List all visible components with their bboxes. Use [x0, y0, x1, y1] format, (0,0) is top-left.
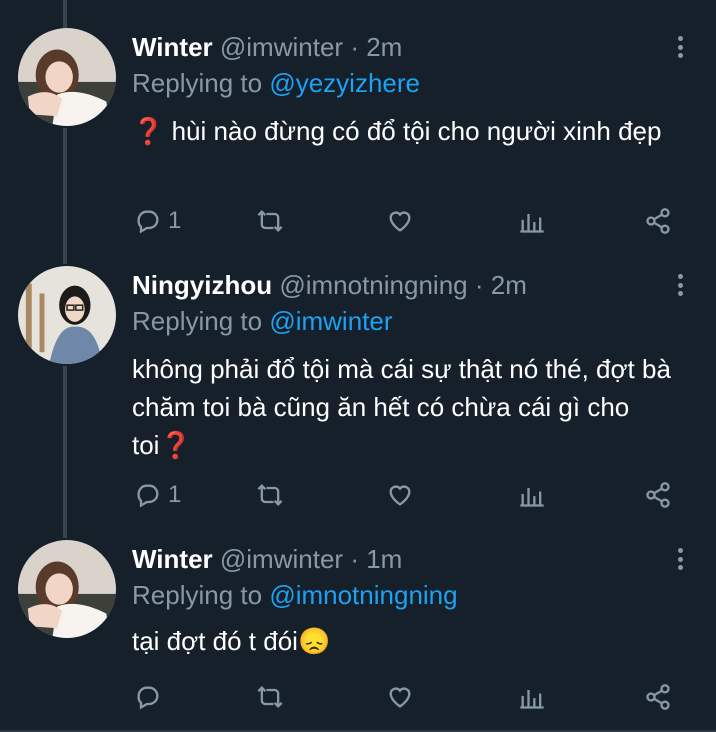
mention-link[interactable]: @yezyizhere: [269, 68, 420, 98]
tweet-actions: [132, 682, 692, 712]
more-icon[interactable]: [668, 32, 692, 62]
retweet-button[interactable]: [256, 682, 284, 712]
user-handle[interactable]: @imwinter: [220, 32, 343, 62]
tweet-text-content: hùi nào đừng có đổ tội cho người xinh đẹ…: [164, 116, 662, 146]
question-emoji: ❓: [159, 430, 192, 460]
share-icon: [646, 684, 670, 710]
separator: ·: [350, 544, 359, 574]
question-emoji: ❓: [132, 116, 165, 146]
more-icon[interactable]: [668, 544, 692, 574]
display-name[interactable]: Winter: [132, 32, 213, 62]
tweet-actions: 1: [132, 480, 692, 510]
tweet-text: không phải đổ tội mà cái sự thật nó thé,…: [132, 350, 692, 464]
tweet[interactable]: Winter @imwinter · 1m Replying to @imnot…: [0, 530, 716, 732]
replying-to-label: Replying to: [132, 306, 263, 336]
reply-icon: [137, 210, 159, 234]
like-button[interactable]: [386, 480, 414, 510]
reply-count: 1: [168, 207, 182, 234]
tweet[interactable]: Winter @imwinter · 2m Replying to @yezyi…: [0, 0, 716, 250]
avatar[interactable]: [18, 266, 116, 364]
like-button[interactable]: [386, 682, 414, 712]
analytics-button[interactable]: [518, 206, 546, 236]
timestamp[interactable]: 1m: [366, 544, 402, 574]
tweet-header: Winter @imwinter · 2m: [132, 32, 402, 62]
replying-to: Replying to @imnotningning: [132, 580, 458, 610]
display-name[interactable]: Ningyizhou: [132, 270, 272, 300]
tweet-actions: 1: [132, 206, 692, 236]
reply-button[interactable]: 1: [134, 206, 181, 236]
analytics-icon: [520, 214, 544, 233]
tweet-header: Ningyizhou @imnotningning · 2m: [132, 270, 527, 300]
retweet-icon: [257, 484, 283, 506]
separator: ·: [474, 270, 484, 300]
winter-avatar-image: [18, 28, 116, 126]
replying-to: Replying to @yezyizhere: [132, 68, 420, 98]
share-icon: [646, 208, 670, 234]
display-name[interactable]: Winter: [132, 544, 213, 574]
tweet-text: ❓ hùi nào đừng có đổ tội cho người xinh …: [132, 112, 692, 150]
like-icon: [389, 211, 411, 232]
retweet-button[interactable]: [256, 480, 284, 510]
timestamp[interactable]: 2m: [366, 32, 402, 62]
share-button[interactable]: [644, 682, 672, 712]
replying-to-label: Replying to: [132, 580, 263, 610]
retweet-button[interactable]: [256, 206, 284, 236]
mention-link[interactable]: @imnotningning: [269, 580, 457, 610]
share-button[interactable]: [644, 206, 672, 236]
reply-count: 1: [168, 481, 182, 508]
retweet-icon: [257, 686, 283, 708]
reply-icon: [137, 484, 159, 508]
like-icon: [389, 687, 411, 708]
more-icon[interactable]: [668, 270, 692, 300]
replying-to-label: Replying to: [132, 68, 263, 98]
timestamp[interactable]: 2m: [491, 270, 527, 300]
tweet[interactable]: Ningyizhou @imnotningning · 2m Replying …: [0, 250, 716, 530]
winter-avatar-image: [18, 540, 116, 638]
analytics-icon: [520, 488, 544, 507]
tweet-text-content: không phải đổ tội mà cái sự thật nó thé,…: [132, 354, 671, 460]
tweet-text-content: tại đợt đó t đói: [132, 626, 298, 656]
replying-to: Replying to @imwinter: [132, 306, 393, 336]
disappointed-emoji: 😞: [297, 626, 331, 656]
tweet-header: Winter @imwinter · 1m: [132, 544, 402, 574]
separator: ·: [350, 32, 359, 62]
retweet-icon: [257, 210, 283, 232]
tweet-text: tại đợt đó t đói😞: [132, 622, 692, 660]
reply-button[interactable]: [134, 682, 162, 712]
avatar[interactable]: [18, 28, 116, 126]
reply-icon: [137, 686, 159, 710]
reply-button[interactable]: 1: [134, 480, 181, 510]
analytics-button[interactable]: [518, 480, 546, 510]
like-button[interactable]: [386, 206, 414, 236]
user-handle[interactable]: @imnotningning: [279, 270, 467, 300]
avatar[interactable]: [18, 540, 116, 638]
mention-link[interactable]: @imwinter: [269, 306, 392, 336]
ningyizhou-avatar-image: [18, 266, 116, 364]
share-button[interactable]: [644, 480, 672, 510]
share-icon: [646, 482, 670, 508]
analytics-icon: [520, 690, 544, 709]
user-handle[interactable]: @imwinter: [220, 544, 343, 574]
like-icon: [389, 485, 411, 506]
analytics-button[interactable]: [518, 682, 546, 712]
